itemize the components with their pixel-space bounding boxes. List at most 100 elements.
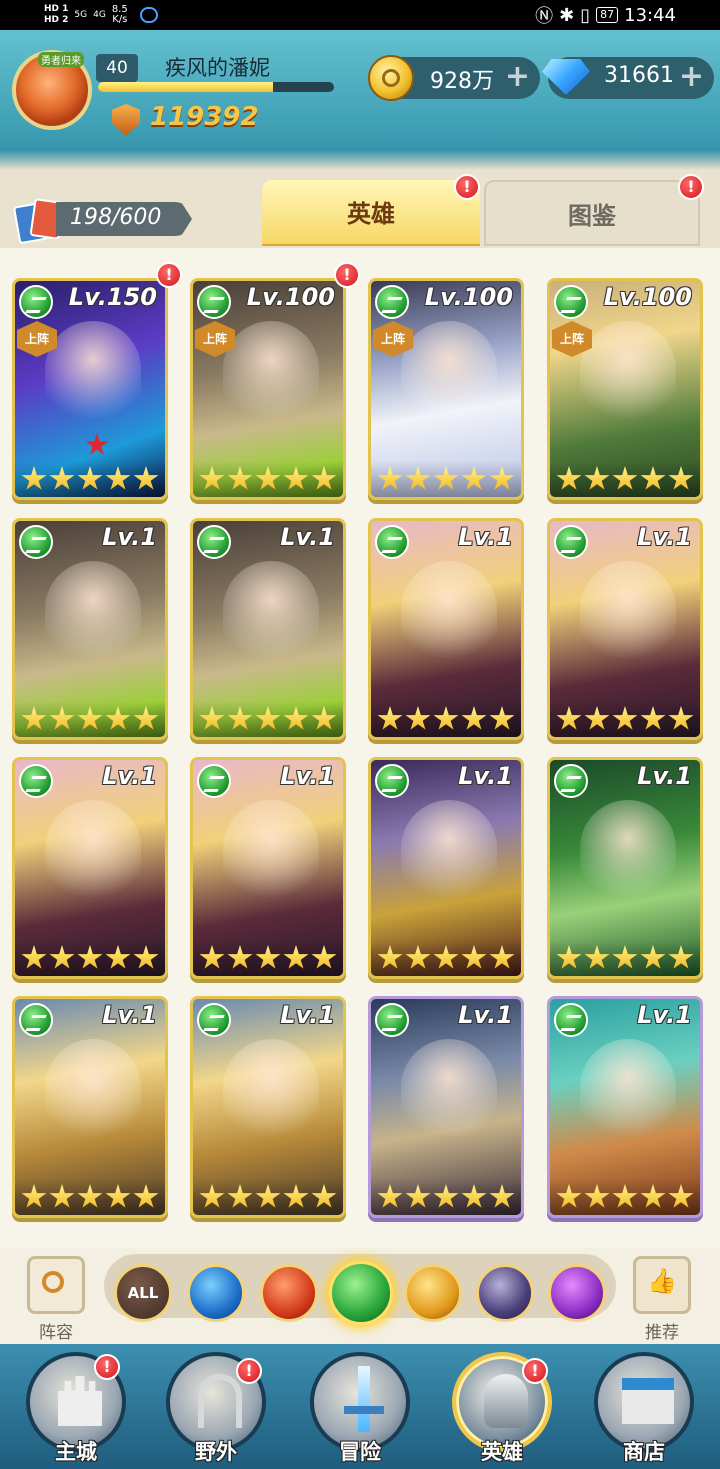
battery-icon: 87 [596, 7, 619, 23]
star-icon [461, 706, 487, 730]
star-icon [133, 706, 159, 730]
hero-level: Lv.1 [102, 1001, 157, 1029]
add-diamond-button[interactable]: + [679, 61, 704, 93]
diamond-value: 31661 [604, 63, 674, 88]
tab-heroes[interactable]: 英雄 [262, 180, 480, 246]
hero-card[interactable]: Lv.1 [190, 518, 346, 740]
hero-grid: Lv.150 上阵! Lv.100 上阵! Lv.100 上阵 Lv.100 上阵 Lv.1 Lv… [0, 248, 720, 1248]
xp-fill [98, 82, 273, 92]
hero-card[interactable]: Lv.150 上阵 [12, 278, 168, 500]
filter-dark-icon[interactable] [476, 1264, 534, 1322]
hero-card[interactable]: Lv.1 [368, 757, 524, 979]
star-icon [105, 466, 131, 490]
star-icon [133, 945, 159, 969]
star-icon [377, 1184, 403, 1208]
hero-level: Lv.100 [603, 283, 692, 311]
star-icon [668, 706, 694, 730]
star-icon [377, 466, 403, 490]
star-icon [489, 1184, 515, 1208]
star-icon [105, 706, 131, 730]
star-icon [668, 466, 694, 490]
bottom-nav: 主城 野外 冒险 英雄 商店 ! ! ! [0, 1344, 720, 1469]
player-avatar[interactable]: 勇者归来 [12, 50, 92, 130]
star-icon [584, 945, 610, 969]
vibrate-icon: ▯ [580, 4, 591, 26]
hero-card[interactable]: Lv.1 [12, 518, 168, 740]
star-icon [227, 706, 253, 730]
hero-level: Lv.1 [280, 1001, 335, 1029]
hero-level: Lv.1 [102, 762, 157, 790]
wind-faction-icon [554, 764, 588, 798]
hero-portrait [45, 561, 141, 671]
codex-tab-alert-icon: ! [678, 174, 704, 200]
star-icon [461, 466, 487, 490]
star-icon [405, 466, 431, 490]
filter-chaos-icon[interactable] [548, 1264, 606, 1322]
filter-all-button[interactable]: ALL [114, 1264, 172, 1322]
hero-portrait [223, 561, 319, 671]
hero-card[interactable]: Lv.1 [12, 996, 168, 1218]
nav-label: 商店 [623, 1440, 665, 1464]
star-icon [21, 706, 47, 730]
nav-shop[interactable]: 商店 [584, 1352, 704, 1468]
filter-row: 阵容 ALL 推荐 [0, 1248, 720, 1344]
filter-light-icon[interactable] [404, 1264, 462, 1322]
wind-faction-icon [19, 764, 53, 798]
tab-codex[interactable]: 图鉴 [484, 180, 700, 246]
gold-coin-icon [368, 55, 414, 101]
avatar-badge: 勇者归来 [38, 52, 84, 67]
filter-fire-icon[interactable] [260, 1264, 318, 1322]
star-rating [15, 461, 165, 497]
star-icon [133, 1184, 159, 1208]
diamond-counter: 31661 + [542, 57, 714, 99]
hero-card[interactable]: Lv.1 [547, 518, 703, 740]
star-icon [283, 1184, 309, 1208]
star-icon [311, 945, 337, 969]
main-city-alert-icon: ! [94, 1354, 120, 1380]
star-icon [433, 466, 459, 490]
star-icon [49, 466, 75, 490]
hero-card[interactable]: Lv.100 上阵 [368, 278, 524, 500]
thumbs-up-icon [633, 1256, 691, 1314]
filter-wind-icon[interactable] [329, 1261, 393, 1325]
hero-level: Lv.1 [458, 1001, 513, 1029]
hero-card[interactable]: Lv.1 [368, 996, 524, 1218]
power-shield-icon [112, 104, 140, 136]
hero-card[interactable]: Lv.1 [368, 518, 524, 740]
hero-portrait [223, 321, 319, 431]
hero-card[interactable]: Lv.1 [12, 757, 168, 979]
hero-card[interactable]: Lv.1 [547, 757, 703, 979]
star-icon [77, 706, 103, 730]
star-icon [668, 945, 694, 969]
hero-portrait [401, 1039, 497, 1149]
hero-card[interactable]: Lv.100 上阵 [190, 278, 346, 500]
star-icon [227, 945, 253, 969]
hero-card[interactable]: Lv.1 [547, 996, 703, 1218]
gold-value: 928万 [430, 69, 494, 94]
nfc-icon: Ⓝ [535, 6, 554, 27]
recommend-label: 推荐 [645, 1323, 679, 1343]
hero-card[interactable]: Lv.1 [190, 757, 346, 979]
recommend-button[interactable]: 推荐 [628, 1256, 696, 1343]
hero-card[interactable]: Lv.100 上阵 [547, 278, 703, 500]
nav-label: 英雄 [481, 1440, 523, 1464]
filter-water-icon[interactable] [187, 1264, 245, 1322]
xp-bar [98, 82, 334, 92]
star-icon [612, 466, 638, 490]
star-icon [21, 945, 47, 969]
hero-card[interactable]: Lv.1 [190, 996, 346, 1218]
star-icon [556, 706, 582, 730]
nav-adventure[interactable]: 冒险 [300, 1352, 420, 1468]
star-icon [584, 706, 610, 730]
nav-label: 冒险 [339, 1440, 381, 1464]
wind-faction-icon [375, 285, 409, 319]
star-icon [49, 945, 75, 969]
add-gold-button[interactable]: + [505, 61, 530, 93]
star-rating [371, 1179, 521, 1215]
star-icon [377, 945, 403, 969]
bluetooth-icon: ✱ [559, 4, 575, 26]
hero-level: Lv.1 [637, 1001, 692, 1029]
lineup-button[interactable]: 阵容 [24, 1256, 88, 1343]
network-label-1: HD 1 [44, 4, 69, 14]
star-icon [255, 706, 281, 730]
